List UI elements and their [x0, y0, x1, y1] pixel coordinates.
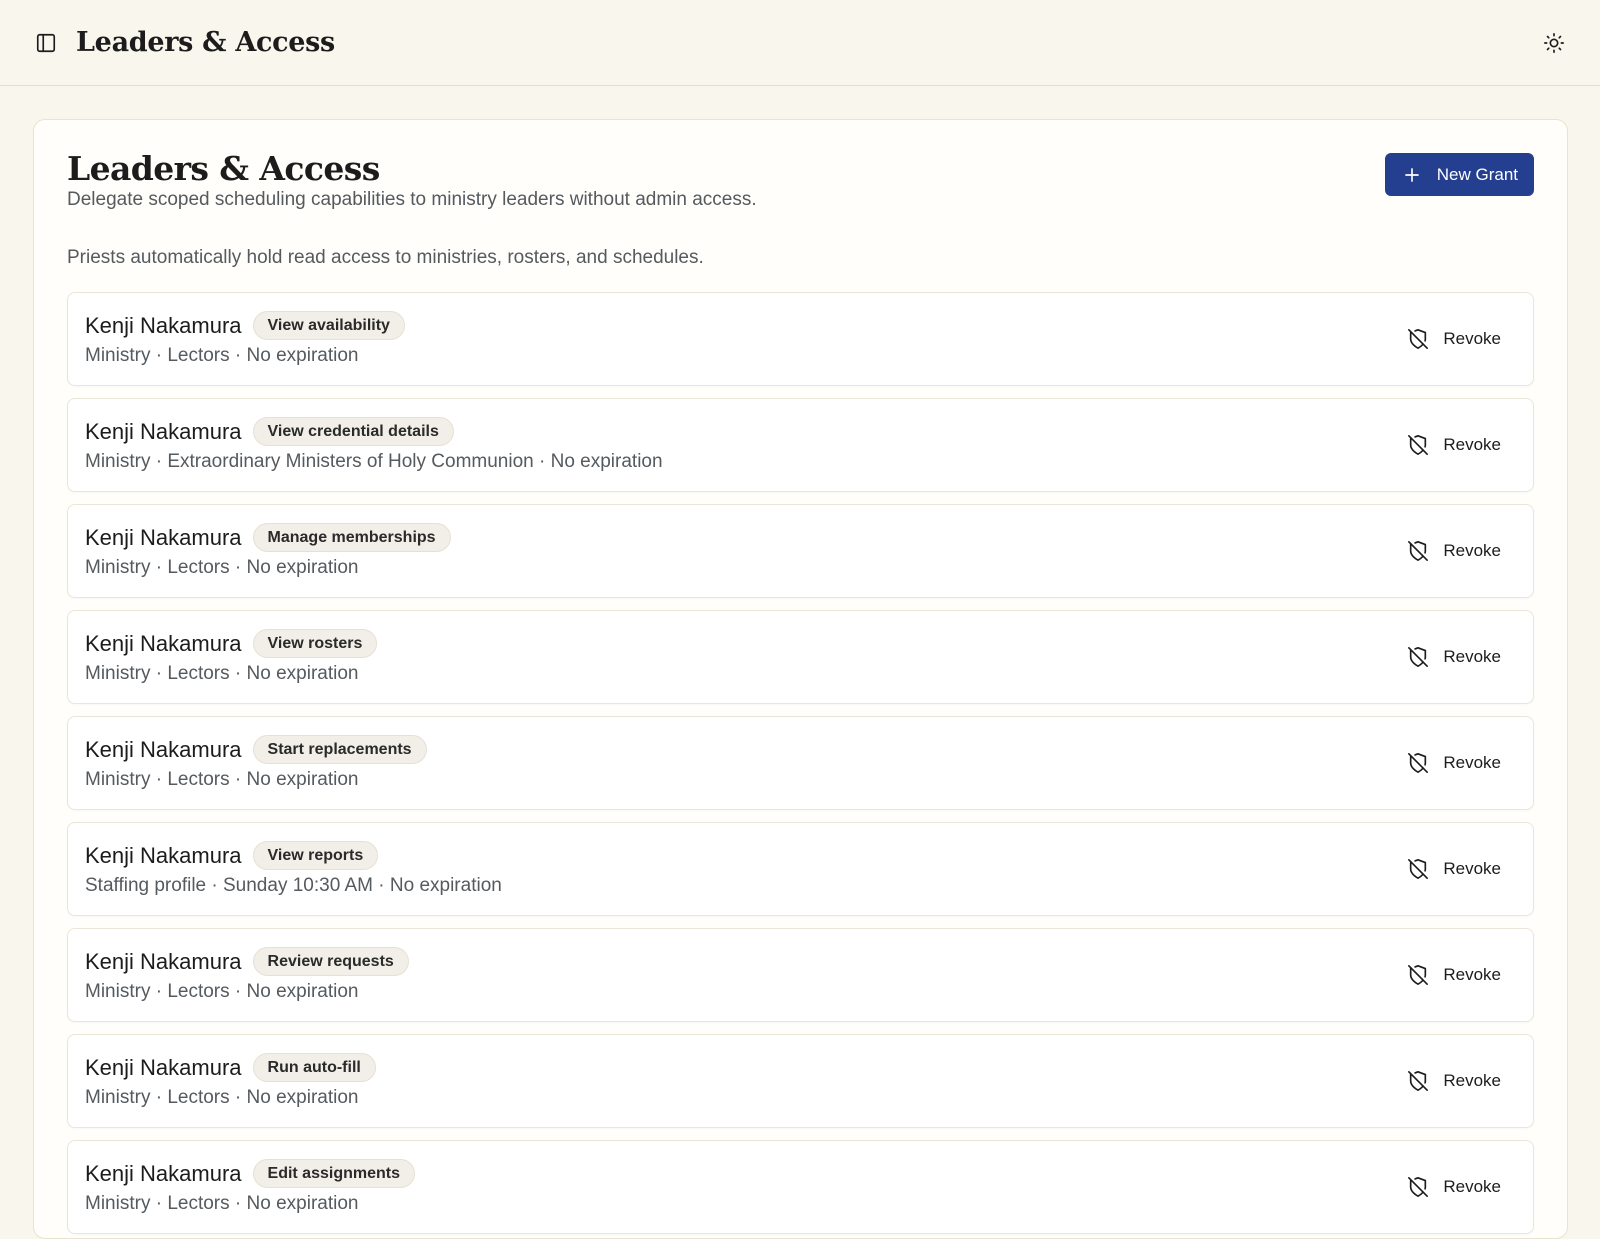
shield-off-icon [1408, 1071, 1429, 1091]
sidebar-panel-icon [36, 33, 56, 52]
grant-heading: Kenji Nakamura Manage memberships [85, 523, 451, 552]
grant-scope: Ministry · Extraordinary Ministers of Ho… [85, 451, 663, 472]
capability-badge: Start replacements [252, 735, 427, 764]
grant-heading: Kenji Nakamura Run auto-fill [85, 1053, 376, 1082]
grant-scope: Ministry · Lectors · No expiration [85, 345, 359, 366]
grant-leader-name: Kenji Nakamura [85, 418, 242, 444]
topbar-title: Leaders & Access [76, 27, 335, 58]
new-grant-button[interactable]: New Grant [1384, 153, 1534, 196]
revoke-label: Revoke [1443, 647, 1501, 666]
grant-leader-name: Kenji Nakamura [85, 736, 242, 762]
capability-badge: View reports [252, 841, 379, 870]
revoke-label: Revoke [1443, 1071, 1501, 1090]
shield-off-icon [1408, 647, 1429, 667]
grant-heading: Kenji Nakamura View credential details [85, 417, 454, 446]
grant-row: Kenji Nakamura Edit assignments Ministry… [67, 1140, 1534, 1234]
grant-heading: Kenji Nakamura View rosters [85, 629, 378, 658]
grant-list: Kenji Nakamura View availability Ministr… [67, 292, 1534, 1234]
sidebar-toggle-button[interactable] [34, 31, 58, 55]
grant-row: Kenji Nakamura View availability Ministr… [67, 292, 1534, 386]
capability-badge: View availability [252, 311, 405, 340]
card-header: Leaders & Access Delegate scoped schedul… [67, 120, 1534, 212]
top-bar: Leaders & Access [0, 0, 1600, 86]
grant-scope: Staffing profile · Sunday 10:30 AM · No … [85, 875, 502, 896]
sun-icon [1544, 33, 1564, 53]
new-grant-label: New Grant [1436, 164, 1518, 184]
grant-leader-name: Kenji Nakamura [85, 1054, 242, 1080]
grant-row: Kenji Nakamura Manage memberships Minist… [67, 504, 1534, 598]
shield-off-icon [1408, 965, 1429, 985]
grant-leader-name: Kenji Nakamura [85, 312, 242, 338]
page-subtitle: Delegate scoped scheduling capabilities … [67, 189, 757, 210]
revoke-button[interactable]: Revoke [1397, 640, 1511, 674]
shield-off-icon [1408, 541, 1429, 561]
grant-leader-name: Kenji Nakamura [85, 948, 242, 974]
capability-badge: Edit assignments [252, 1159, 415, 1188]
grant-scope: Ministry · Lectors · No expiration [85, 1087, 359, 1108]
priest-access-note: Priests automatically hold read access t… [67, 247, 704, 268]
grant-scope: Ministry · Lectors · No expiration [85, 663, 359, 684]
grant-leader-name: Kenji Nakamura [85, 630, 242, 656]
capability-badge: View rosters [252, 629, 378, 658]
capability-badge: Review requests [252, 947, 409, 976]
page-title: Leaders & Access [67, 149, 380, 188]
revoke-label: Revoke [1443, 859, 1501, 878]
theme-toggle-button[interactable] [1542, 31, 1566, 55]
revoke-label: Revoke [1443, 329, 1501, 348]
shield-off-icon [1408, 859, 1429, 879]
revoke-button[interactable]: Revoke [1397, 322, 1511, 356]
revoke-label: Revoke [1443, 435, 1501, 454]
capability-badge: Manage memberships [252, 523, 451, 552]
revoke-label: Revoke [1443, 1177, 1501, 1196]
revoke-label: Revoke [1443, 753, 1501, 772]
grant-heading: Kenji Nakamura Start replacements [85, 735, 427, 764]
shield-off-icon [1408, 753, 1429, 773]
grant-row: Kenji Nakamura Run auto-fill Ministry · … [67, 1034, 1534, 1128]
grant-row: Kenji Nakamura Start replacements Minist… [67, 716, 1534, 810]
shield-off-icon [1408, 329, 1429, 349]
revoke-button[interactable]: Revoke [1397, 852, 1511, 886]
grant-scope: Ministry · Lectors · No expiration [85, 981, 359, 1002]
plus-icon [1404, 167, 1419, 182]
grant-scope: Ministry · Lectors · No expiration [85, 557, 359, 578]
grant-row: Kenji Nakamura View reports Staffing pro… [67, 822, 1534, 916]
grant-leader-name: Kenji Nakamura [85, 842, 242, 868]
revoke-button[interactable]: Revoke [1397, 746, 1511, 780]
leaders-access-card: Leaders & Access Delegate scoped schedul… [33, 119, 1568, 1239]
grant-heading: Kenji Nakamura View reports [85, 841, 379, 870]
grant-leader-name: Kenji Nakamura [85, 524, 242, 550]
grant-row: Kenji Nakamura View rosters Ministry · L… [67, 610, 1534, 704]
revoke-button[interactable]: Revoke [1397, 1064, 1511, 1098]
grant-heading: Kenji Nakamura Edit assignments [85, 1159, 415, 1188]
grant-row: Kenji Nakamura View credential details M… [67, 398, 1534, 492]
shield-off-icon [1408, 1177, 1429, 1197]
shield-off-icon [1408, 435, 1429, 455]
grant-scope: Ministry · Lectors · No expiration [85, 1193, 359, 1214]
revoke-button[interactable]: Revoke [1397, 534, 1511, 568]
revoke-button[interactable]: Revoke [1397, 958, 1511, 992]
capability-badge: View credential details [252, 417, 454, 446]
grant-heading: Kenji Nakamura Review requests [85, 947, 409, 976]
grant-scope: Ministry · Lectors · No expiration [85, 769, 359, 790]
capability-badge: Run auto-fill [252, 1053, 376, 1082]
revoke-label: Revoke [1443, 965, 1501, 984]
revoke-button[interactable]: Revoke [1397, 428, 1511, 462]
grant-row: Kenji Nakamura Review requests Ministry … [67, 928, 1534, 1022]
grant-leader-name: Kenji Nakamura [85, 1160, 242, 1186]
revoke-button[interactable]: Revoke [1397, 1170, 1511, 1204]
revoke-label: Revoke [1443, 541, 1501, 560]
grant-heading: Kenji Nakamura View availability [85, 311, 405, 340]
